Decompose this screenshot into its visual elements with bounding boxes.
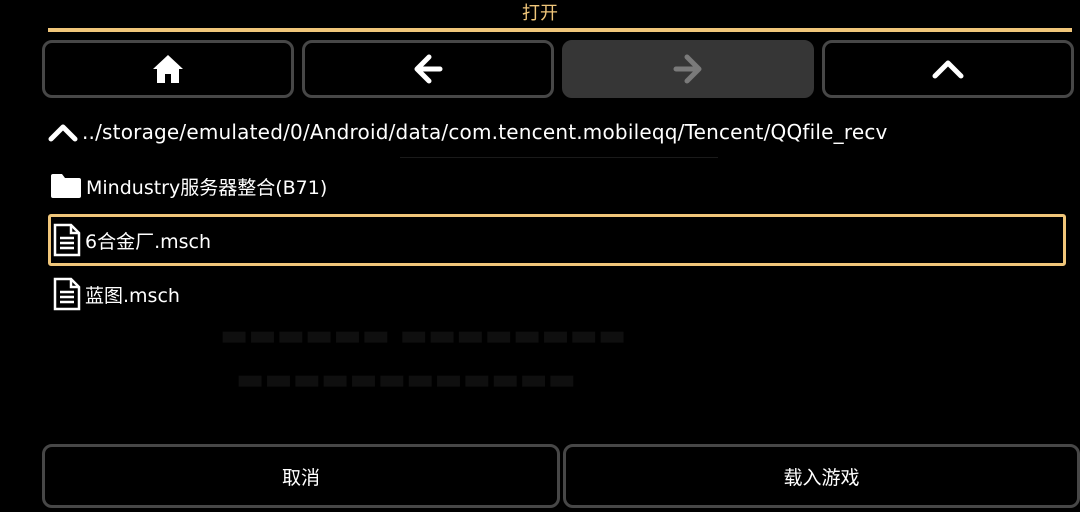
- file-icon: [53, 277, 81, 311]
- cancel-button[interactable]: 取消: [42, 444, 560, 508]
- back-button[interactable]: [302, 40, 554, 98]
- load-game-button[interactable]: 载入游戏: [563, 444, 1080, 508]
- list-item-file[interactable]: 蓝图.msch: [48, 270, 1066, 318]
- list-item-label: 6合金厂.msch: [85, 230, 212, 253]
- folder-icon: [51, 174, 81, 198]
- path-text: ../storage/emulated/0/Android/data/com.t…: [82, 120, 888, 144]
- up-button[interactable]: [822, 40, 1074, 98]
- divider: [400, 157, 718, 158]
- list-item-folder[interactable]: Mindustry服务器整合(B71): [48, 162, 1066, 210]
- list-item-file-selected[interactable]: 6合金厂.msch: [48, 214, 1066, 266]
- background-decoration: ▬▬▬▬▬▬▬▬▬▬▬▬: [236, 362, 577, 397]
- list-item-label: 蓝图.msch: [85, 284, 180, 307]
- title-underline: [48, 28, 1072, 32]
- arrow-right-icon: [673, 54, 702, 84]
- home-button[interactable]: [42, 40, 294, 98]
- chevron-up-icon: [932, 60, 964, 79]
- home-icon: [153, 55, 183, 83]
- background-decoration: ▬▬▬▬▬▬ ▬▬▬▬▬▬▬▬: [220, 318, 627, 353]
- dialog-title: 打开: [522, 3, 558, 24]
- chevron-up-icon: [48, 124, 78, 142]
- file-icon: [53, 223, 81, 257]
- arrow-left-icon: [414, 54, 443, 84]
- forward-button[interactable]: [562, 40, 814, 98]
- list-item-label: Mindustry服务器整合(B71): [86, 176, 328, 199]
- current-path[interactable]: ../storage/emulated/0/Android/data/com.t…: [48, 118, 888, 146]
